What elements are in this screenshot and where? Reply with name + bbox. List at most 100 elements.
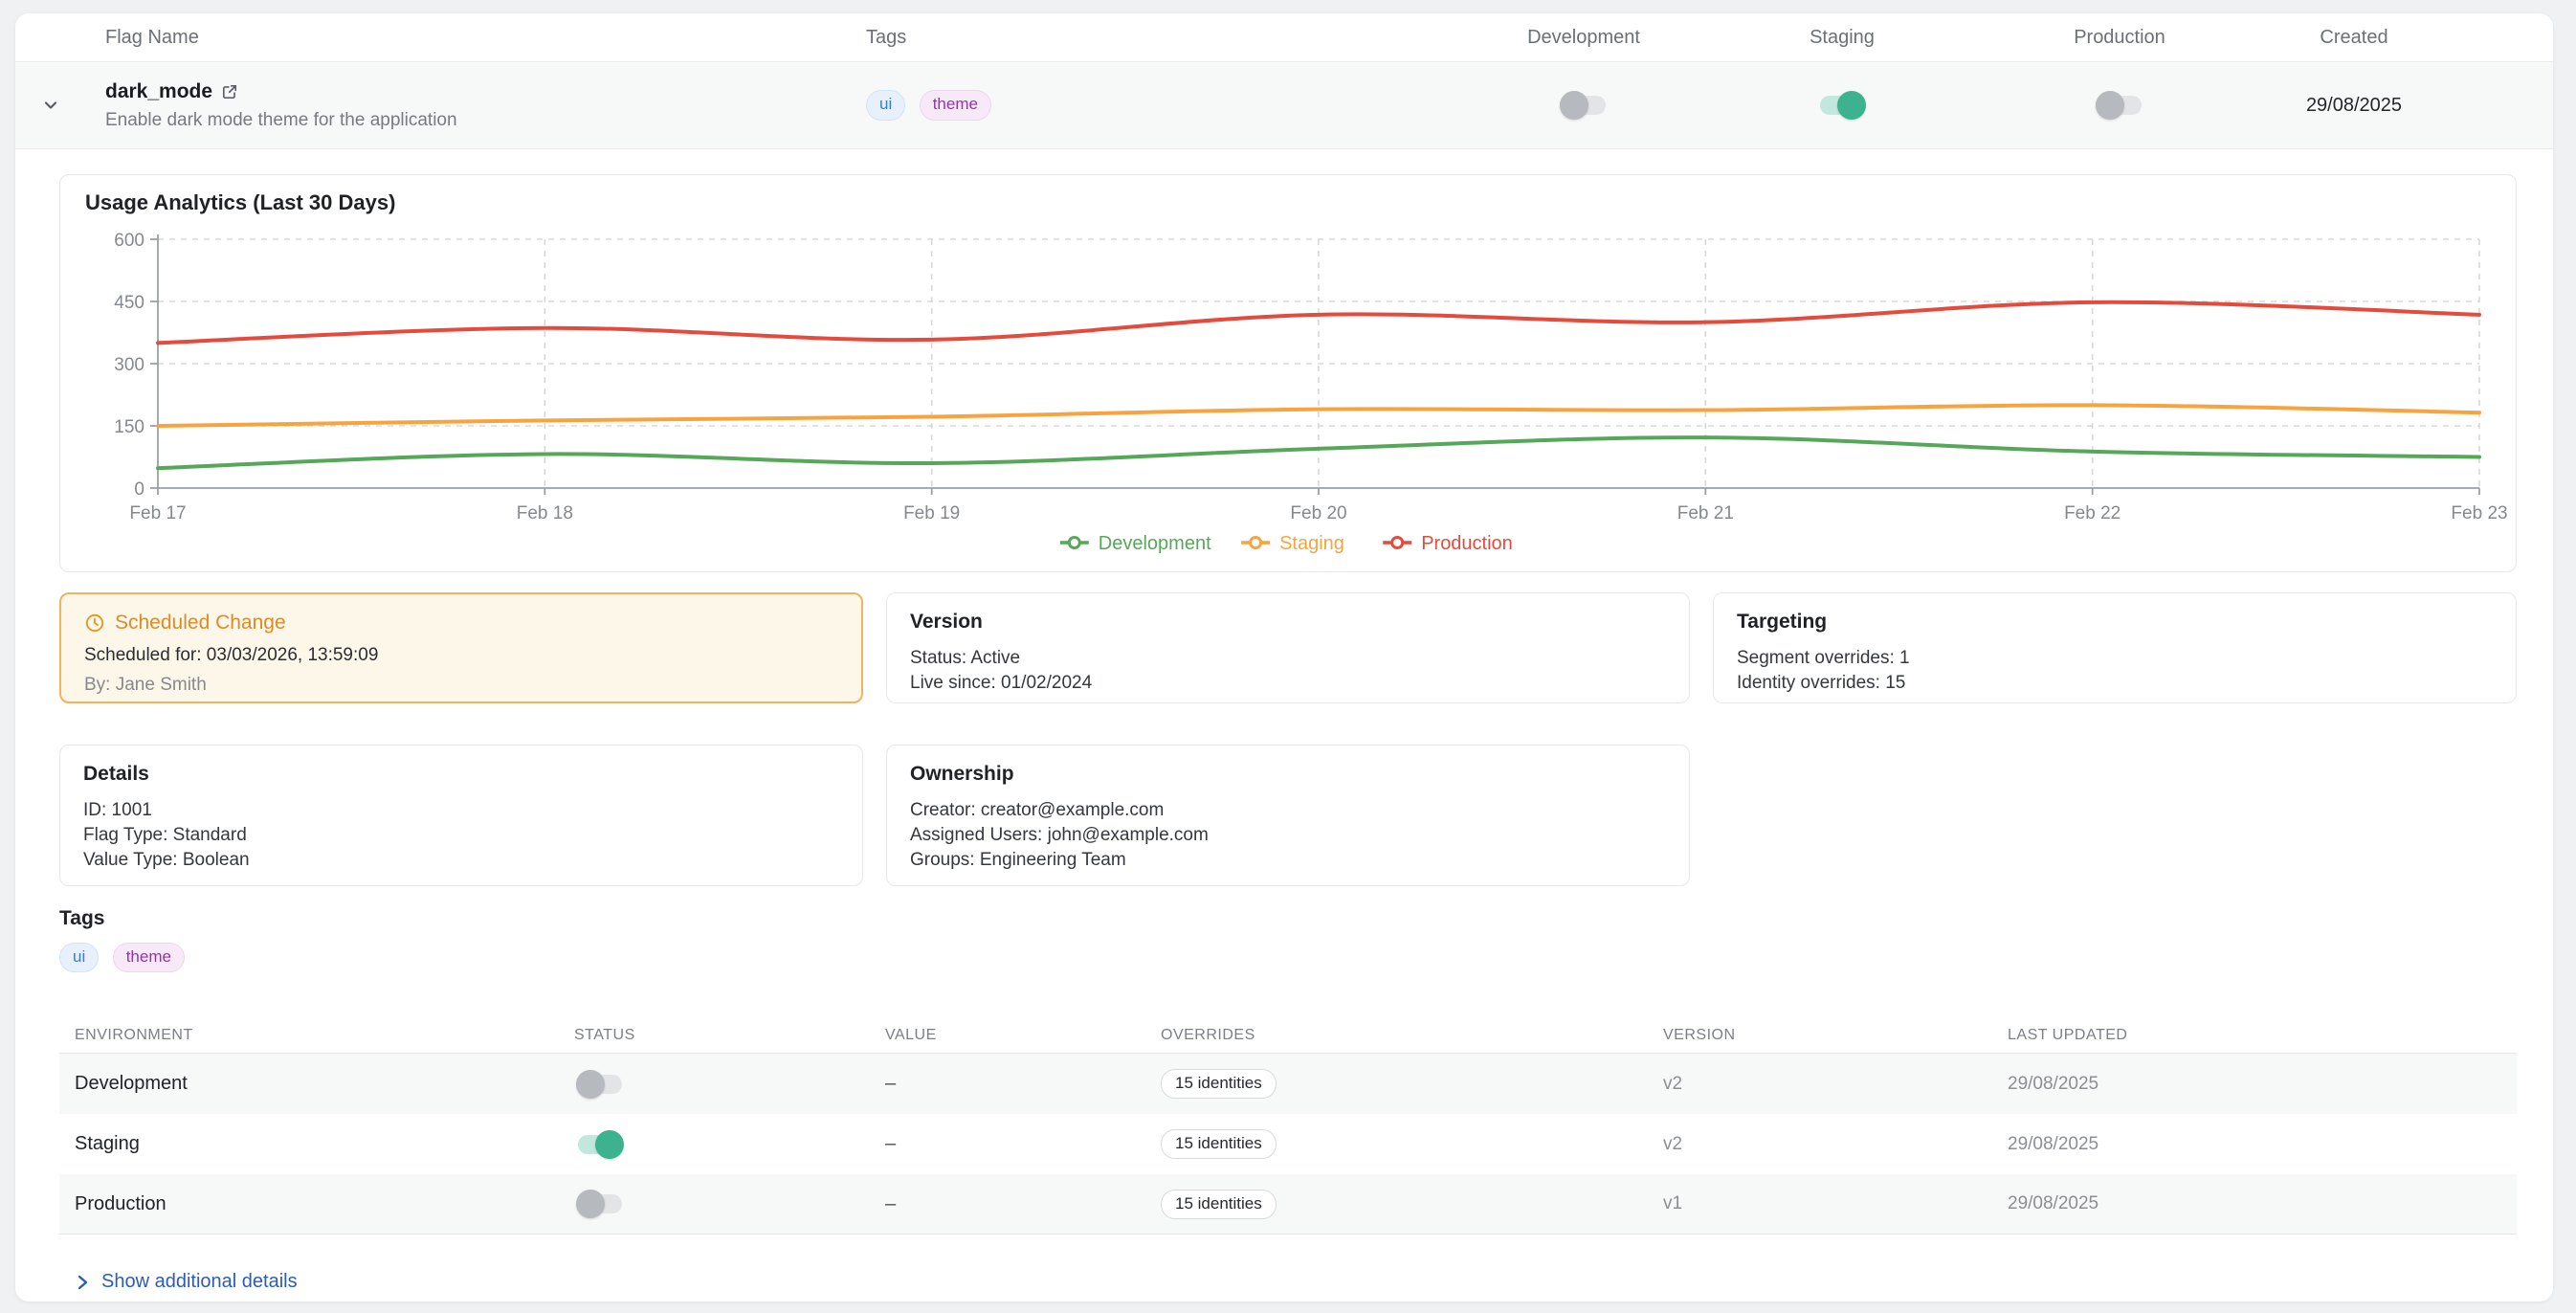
version-live-since: Live since: 01/02/2024 xyxy=(910,671,1666,696)
info-cards-row-1: Scheduled Change Scheduled for: 03/03/20… xyxy=(59,592,2517,703)
svg-text:300: 300 xyxy=(114,355,144,375)
staging-status-toggle[interactable] xyxy=(578,1135,622,1154)
version-card: Version Status: Active Live since: 01/02… xyxy=(886,592,1690,703)
env-column-status: STATUS xyxy=(574,1027,885,1044)
env-value: – xyxy=(885,1073,1161,1095)
svg-text:Feb 17: Feb 17 xyxy=(129,503,186,523)
usage-analytics-card: Usage Analytics (Last 30 Days) 0 150 300 45… xyxy=(59,174,2517,572)
tag-ui: ui xyxy=(59,943,99,972)
svg-text:600: 600 xyxy=(114,231,144,251)
svg-text:Feb 21: Feb 21 xyxy=(1677,503,1734,523)
overrides-badge[interactable]: 15 identities xyxy=(1161,1190,1277,1219)
env-row-production: Production – 15 identities v1 29/08/2025 xyxy=(59,1174,2517,1235)
overrides-badge[interactable]: 15 identities xyxy=(1161,1069,1277,1099)
svg-text:Staging: Staging xyxy=(1279,533,1344,554)
clock-icon xyxy=(84,612,105,634)
details-flag-type: Flag Type: Standard xyxy=(83,823,839,848)
targeting-card-title: Targeting xyxy=(1737,611,2493,634)
flags-table-header: Flag Name Tags Development Staging Produ… xyxy=(15,13,2553,62)
ownership-card: Ownership Creator: creator@example.com A… xyxy=(886,745,1690,886)
flag-tags: ui theme xyxy=(856,90,1469,120)
env-column-last-updated: LAST UPDATED xyxy=(2008,1027,2501,1044)
svg-text:Feb 22: Feb 22 xyxy=(2064,503,2121,523)
env-version: v1 xyxy=(1663,1193,2008,1214)
svg-text:Feb 18: Feb 18 xyxy=(517,503,573,523)
env-last-updated: 29/08/2025 xyxy=(2008,1134,2501,1155)
details-value-type: Value Type: Boolean xyxy=(83,848,839,873)
chevron-down-icon[interactable] xyxy=(40,95,61,116)
tags-section-title: Tags xyxy=(59,907,194,930)
env-row-development: Development – 15 identities v2 29/08/202… xyxy=(59,1054,2517,1114)
tags-section: Tags ui theme xyxy=(59,907,194,972)
env-column-overrides: OVERRIDES xyxy=(1161,1027,1663,1044)
ownership-groups: Groups: Engineering Team xyxy=(910,848,1666,873)
targeting-card: Targeting Segment overrides: 1 Identity … xyxy=(1713,592,2517,703)
env-last-updated: 29/08/2025 xyxy=(2008,1193,2501,1214)
scheduled-change-card: Scheduled Change Scheduled for: 03/03/20… xyxy=(59,592,863,703)
ownership-card-title: Ownership xyxy=(910,763,1666,786)
svg-text:0: 0 xyxy=(134,479,144,500)
development-toggle[interactable] xyxy=(1562,96,1606,115)
column-tags: Tags xyxy=(856,27,1469,49)
scheduled-change-title: Scheduled Change xyxy=(115,612,286,634)
svg-text:150: 150 xyxy=(114,417,144,437)
env-name: Development xyxy=(75,1073,574,1095)
svg-text:Development: Development xyxy=(1099,533,1211,554)
details-id: ID: 1001 xyxy=(83,798,839,823)
environments-table: ENVIRONMENT STATUS VALUE OVERRIDES VERSI… xyxy=(59,1017,2517,1235)
identity-overrides: Identity overrides: 15 xyxy=(1737,671,2493,696)
ownership-creator: Creator: creator@example.com xyxy=(910,798,1666,823)
details-card-title: Details xyxy=(83,763,839,786)
external-link-icon[interactable] xyxy=(221,83,238,100)
development-status-toggle[interactable] xyxy=(578,1075,622,1094)
scheduled-by-text: By: Jane Smith xyxy=(84,675,838,696)
empty-grid-cell xyxy=(1713,745,2517,886)
svg-text:Production: Production xyxy=(1421,533,1513,554)
production-toggle[interactable] xyxy=(2098,96,2142,115)
ownership-assigned-users: Assigned Users: john@example.com xyxy=(910,823,1666,848)
env-column-environment: ENVIRONMENT xyxy=(75,1027,574,1044)
chart-title: Usage Analytics (Last 30 Days) xyxy=(85,190,395,215)
tag-theme: theme xyxy=(113,943,185,972)
env-name: Production xyxy=(75,1193,574,1215)
segment-overrides: Segment overrides: 1 xyxy=(1737,646,2493,671)
env-value: – xyxy=(885,1133,1161,1155)
feature-flag-panel: Flag Name Tags Development Staging Produ… xyxy=(15,13,2553,1302)
env-row-staging: Staging – 15 identities v2 29/08/2025 xyxy=(59,1114,2517,1174)
env-version: v2 xyxy=(1663,1074,2008,1095)
show-additional-details-label: Show additional details xyxy=(101,1271,298,1293)
flag-name-cell: dark_mode Enable dark mode theme for the… xyxy=(86,80,856,131)
show-additional-details-link[interactable]: Show additional details xyxy=(75,1271,298,1293)
flag-description: Enable dark mode theme for the applicati… xyxy=(105,110,856,131)
production-status-toggle[interactable] xyxy=(578,1194,622,1213)
version-status: Status: Active xyxy=(910,646,1666,671)
column-production: Production xyxy=(1986,27,2254,49)
env-last-updated: 29/08/2025 xyxy=(2008,1074,2501,1095)
env-value: – xyxy=(885,1193,1161,1215)
details-card: Details ID: 1001 Flag Type: Standard Val… xyxy=(59,745,863,886)
info-cards-row-2: Details ID: 1001 Flag Type: Standard Val… xyxy=(59,745,2517,886)
version-card-title: Version xyxy=(910,611,1666,634)
scheduled-for-text: Scheduled for: 03/03/2026, 13:59:09 xyxy=(84,645,838,666)
tag-ui: ui xyxy=(866,90,905,120)
tag-theme: theme xyxy=(920,90,991,120)
env-column-version: VERSION xyxy=(1663,1027,2008,1044)
env-name: Staging xyxy=(75,1133,574,1155)
env-column-value: VALUE xyxy=(885,1027,1161,1044)
environments-table-header: ENVIRONMENT STATUS VALUE OVERRIDES VERSI… xyxy=(59,1017,2517,1054)
column-development: Development xyxy=(1469,27,1699,49)
staging-toggle[interactable] xyxy=(1820,96,1864,115)
overrides-badge[interactable]: 15 identities xyxy=(1161,1129,1277,1159)
svg-text:Feb 19: Feb 19 xyxy=(903,503,960,523)
svg-text:450: 450 xyxy=(114,293,144,313)
column-created: Created xyxy=(2254,27,2454,49)
env-version: v2 xyxy=(1663,1134,2008,1155)
svg-text:Feb 20: Feb 20 xyxy=(1290,503,1346,523)
flag-row[interactable]: dark_mode Enable dark mode theme for the… xyxy=(15,62,2553,149)
flag-name: dark_mode xyxy=(105,80,212,103)
column-staging: Staging xyxy=(1699,27,1986,49)
column-flag-name: Flag Name xyxy=(86,27,856,49)
svg-text:Feb 23: Feb 23 xyxy=(2451,503,2507,523)
usage-analytics-chart: 0 150 300 450 600 Feb 17 Feb 18 Feb 19 Feb 20 Feb… xyxy=(60,225,2516,569)
chevron-right-icon xyxy=(75,1273,90,1292)
